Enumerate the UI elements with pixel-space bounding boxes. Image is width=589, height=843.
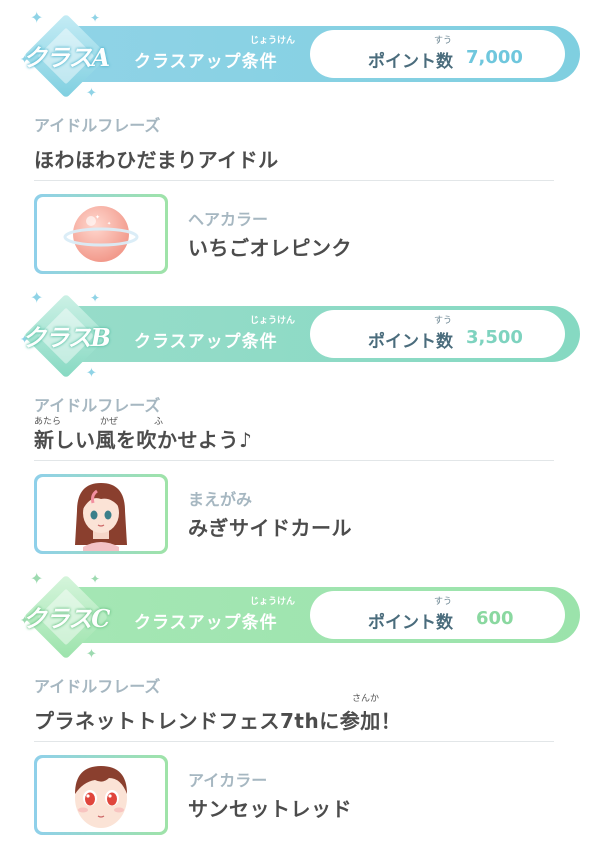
points-value: 3,500 — [466, 327, 523, 348]
sparkle-icon: ✦ — [90, 572, 101, 586]
reward-item-category: ヘアカラー — [188, 210, 269, 229]
pink-planet-icon: ✦ ✦ — [37, 197, 165, 271]
points-value: 7,000 — [466, 47, 523, 68]
points-ruby: すう — [434, 36, 453, 46]
sparkle-icon: ✦ — [86, 86, 97, 101]
class-label: クラスB — [22, 323, 111, 352]
reward-item-frame — [34, 474, 168, 554]
girl-sunset-red-eyes-icon — [37, 758, 165, 832]
class-up-condition-banner: じょうけん クラスアップ条件 すう ポイント数 3,500 ✦ ✦ ✦ ✦ クラ… — [14, 290, 580, 381]
idol-phrase-text: プラネットトレンドフェス7thに参加！ — [34, 709, 402, 733]
reward-item-frame — [34, 755, 168, 835]
condition-ruby: じょうけん — [250, 597, 296, 607]
sparkle-icon: ✦ — [90, 291, 101, 305]
points-ruby: すう — [434, 597, 453, 607]
class-label: クラスC — [22, 604, 111, 633]
phrase-ruby: さんか — [352, 694, 380, 704]
girl-portrait-graphic — [75, 766, 127, 828]
reward-item-name: みぎサイドカール — [188, 516, 352, 540]
idol-phrase-label: アイドルフレーズ — [34, 116, 161, 135]
condition-label: クラスアップ条件 — [134, 332, 278, 352]
sparkle-icon: ✦ — [90, 11, 101, 25]
pink-planet-icon-graphic: ✦ ✦ — [63, 206, 139, 262]
idol-phrase-label: アイドルフレーズ — [34, 396, 161, 415]
idol-phrase-text: ほわほわひだまりアイドル — [34, 148, 279, 172]
reward-item-category: まえがみ — [188, 490, 253, 509]
class-badge: ✦ ✦ ✦ ✦ クラスA — [18, 8, 114, 104]
class-up-condition-banner: じょうけん クラスアップ条件 すう ポイント数 7,000 ✦ ✦ ✦ ✦ クラ… — [14, 10, 580, 101]
class-badge: ✦ ✦ ✦ ✦ クラスB — [18, 288, 114, 384]
sparkle-icon: ✦ — [30, 288, 44, 307]
condition-label: クラスアップ条件 — [134, 613, 278, 633]
sparkle-icon: ✦ — [86, 647, 97, 662]
divider — [34, 460, 554, 461]
class-c-section: じょうけん クラスアップ条件 すう ポイント数 600 ✦ ✦ ✦ ✦ クラスC… — [0, 561, 589, 843]
points-label: ポイント数 — [368, 332, 453, 352]
condition-ruby: じょうけん — [250, 36, 296, 46]
sparkle-icon: ✦ — [30, 8, 44, 27]
reward-item-name: サンセットレッド — [188, 797, 352, 821]
class-label: クラスA — [22, 43, 110, 72]
idol-phrase-text: 新しい風を吹かせよう♪ — [34, 428, 253, 452]
sparkle-icon: ✦ — [86, 366, 97, 381]
condition-label: クラスアップ条件 — [134, 52, 278, 72]
reward-item-category: アイカラー — [188, 771, 268, 790]
girl-side-curl-bangs-icon — [37, 477, 165, 551]
points-ruby: すう — [434, 316, 453, 326]
girl-portrait-graphic — [75, 483, 127, 551]
points-label: ポイント数 — [368, 52, 453, 72]
reward-item-frame: ✦ ✦ — [34, 194, 168, 274]
class-a-section: じょうけん クラスアップ条件 すう ポイント数 7,000 ✦ ✦ ✦ ✦ クラ… — [0, 0, 589, 282]
points-value: 600 — [476, 608, 514, 629]
divider — [34, 180, 554, 181]
class-up-condition-banner: じょうけん クラスアップ条件 すう ポイント数 600 ✦ ✦ ✦ ✦ クラスC — [14, 571, 580, 662]
condition-ruby: じょうけん — [250, 316, 296, 326]
class-b-section: じょうけん クラスアップ条件 すう ポイント数 3,500 ✦ ✦ ✦ ✦ クラ… — [0, 280, 589, 562]
divider — [34, 741, 554, 742]
reward-item-name: いちごオレピンク — [188, 236, 352, 260]
sparkle-icon: ✦ — [30, 569, 44, 588]
svg-text:✦: ✦ — [107, 221, 111, 227]
idol-phrase-label: アイドルフレーズ — [34, 677, 161, 696]
class-badge: ✦ ✦ ✦ ✦ クラスC — [18, 569, 114, 665]
svg-text:✦: ✦ — [95, 214, 100, 221]
points-label: ポイント数 — [368, 613, 453, 633]
